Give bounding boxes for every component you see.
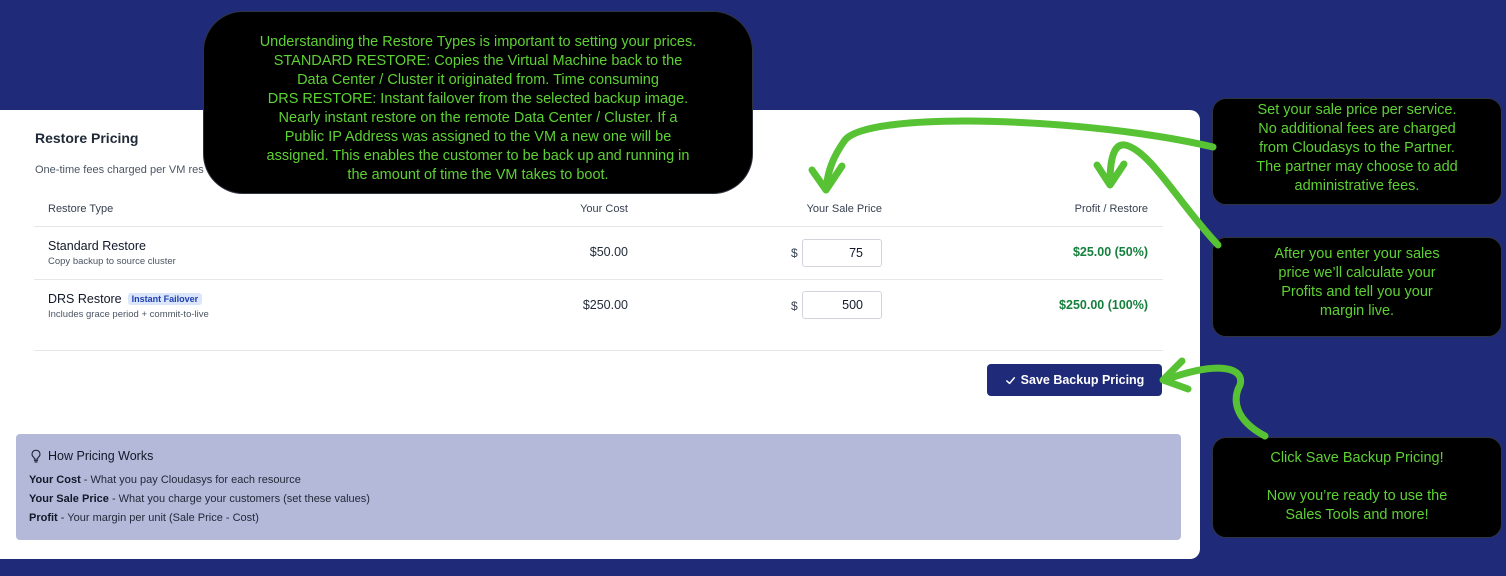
restore-types-callout: Understanding the Restore Types is impor… — [203, 11, 753, 194]
info-title: How Pricing Works — [30, 449, 153, 463]
callout-line: DRS RESTORE: Instant failover from the s… — [267, 91, 689, 107]
callout-line: Data Center / Cluster it originated from… — [297, 72, 659, 88]
callout-line: Understanding the Restore Types is impor… — [259, 34, 697, 50]
info-text: - What you charge your customers (set th… — [108, 493, 370, 505]
divider — [34, 226, 1163, 227]
divider — [34, 350, 1163, 351]
profit-value: $250.00 (100%) — [1059, 298, 1148, 312]
callout-line: Now you’re ready to use the — [1266, 488, 1448, 504]
currency-symbol: $ — [791, 299, 798, 313]
callout-line: After you enter your sales — [1274, 246, 1440, 262]
divider — [34, 279, 1163, 280]
how-pricing-works-panel: How Pricing Works Your Cost - What you p… — [16, 434, 1181, 540]
callout-line: No additional fees are charged — [1258, 121, 1456, 137]
callout-line: administrative fees. — [1294, 178, 1420, 194]
restore-type-name: Standard Restore — [48, 239, 146, 253]
callout-line: STANDARD RESTORE: Copies the Virtual Mac… — [273, 53, 683, 69]
save-callout: Click Save Backup Pricing! Now you’re re… — [1212, 437, 1502, 538]
header-restore-type: Restore Type — [48, 203, 114, 215]
info-term: Profit — [29, 512, 58, 524]
callout-line: margin live. — [1319, 303, 1395, 319]
page-title: Restore Pricing — [35, 130, 139, 146]
callout-line: Sales Tools and more! — [1285, 507, 1429, 523]
info-title-text: How Pricing Works — [48, 449, 154, 463]
info-item: Your Sale Price - What you charge your c… — [29, 493, 370, 505]
header-your-cost: Your Cost — [580, 203, 628, 215]
header-sale-price: Your Sale Price — [806, 203, 882, 215]
profits-callout: After you enter your sales price we’ll c… — [1212, 237, 1502, 337]
callout-line: the amount of time the VM takes to boot. — [347, 167, 609, 183]
info-item: Profit - Your margin per unit (Sale Pric… — [29, 512, 259, 524]
header-profit: Profit / Restore — [1074, 203, 1148, 215]
restore-type-label: DRS Restore — [48, 292, 122, 306]
callout-line: The partner may choose to add — [1256, 159, 1458, 175]
info-text: - What you pay Cloudasys for each resour… — [80, 474, 301, 486]
save-button-label: Save Backup Pricing — [1020, 373, 1145, 387]
restore-type-name: DRS Restore Instant Failover — [48, 292, 203, 306]
cost-value: $250.00 — [582, 298, 628, 312]
callout-line: assigned. This enables the customer to b… — [266, 148, 690, 164]
check-icon — [1005, 376, 1015, 384]
info-term: Your Sale Price — [29, 493, 109, 505]
callout-line: Set your sale price per service. — [1257, 102, 1457, 118]
lightbulb-icon — [31, 449, 41, 463]
restore-type-description: Includes grace period + commit-to-live — [48, 309, 209, 320]
info-item: Your Cost - What you pay Cloudasys for e… — [29, 474, 301, 486]
instant-failover-badge: Instant Failover — [127, 293, 203, 305]
sale-price-callout: Set your sale price per service. No addi… — [1212, 98, 1502, 205]
info-term: Your Cost — [29, 474, 81, 486]
callout-line — [1213, 468, 1501, 487]
callout-line: from Cloudasys to the Partner. — [1259, 140, 1455, 156]
currency-symbol: $ — [791, 246, 798, 260]
callout-line: Public IP Address was assigned to the VM… — [284, 129, 672, 145]
callout-line: Profits and tell you your — [1281, 284, 1433, 300]
info-text: - Your margin per unit (Sale Price - Cos… — [57, 512, 259, 524]
callout-line: price we’ll calculate your — [1278, 265, 1436, 281]
card-subtitle: One-time fees charged per VM res — [35, 164, 204, 176]
cost-value: $50.00 — [589, 245, 628, 259]
restore-type-description: Copy backup to source cluster — [48, 256, 176, 267]
callout-line: Click Save Backup Pricing! — [1270, 450, 1444, 466]
callout-line: Nearly instant restore on the remote Dat… — [278, 110, 678, 126]
sale-price-input-standard[interactable] — [802, 239, 882, 267]
profit-value: $25.00 (50%) — [1072, 245, 1148, 259]
sale-price-input-drs[interactable] — [802, 291, 882, 319]
save-backup-pricing-button[interactable]: Save Backup Pricing — [987, 364, 1162, 396]
